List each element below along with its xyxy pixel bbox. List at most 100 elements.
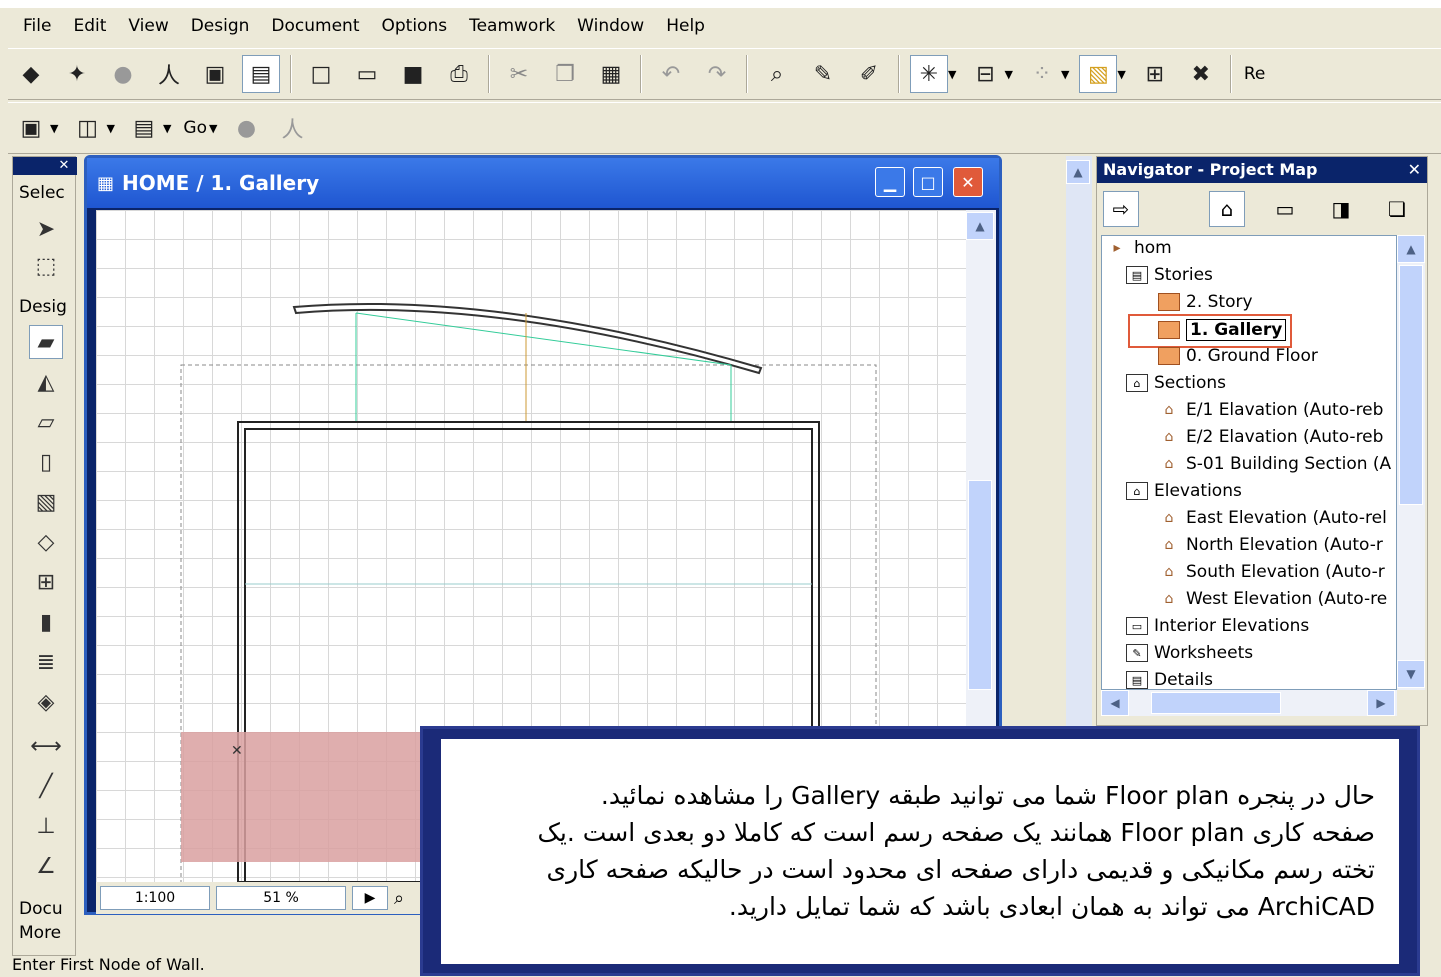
walk-icon[interactable]: 人 [150, 55, 188, 93]
section-window-icon[interactable]: ◫ [68, 109, 106, 147]
undo-icon[interactable]: ↶ [652, 55, 690, 93]
chevron-down-icon[interactable]: ▼ [1117, 68, 1125, 81]
chevron-down-icon[interactable]: ▼ [209, 122, 217, 135]
walk-icon[interactable]: 人 [273, 109, 311, 147]
menu-edit[interactable]: Edit [62, 8, 117, 44]
3d-view-icon[interactable]: ◆ [12, 55, 50, 93]
cross-icon[interactable]: ✖ [1182, 55, 1220, 93]
menu-teamwork[interactable]: Teamwork [458, 8, 566, 44]
object-tool-icon[interactable]: ◈ [29, 685, 63, 719]
tree-elevation-item[interactable]: ⌂ North Elevation (Auto-r [1158, 535, 1383, 555]
slab-tool-icon[interactable]: ▧ [29, 485, 63, 519]
close-icon[interactable]: ✕ [1408, 157, 1421, 183]
scale-field[interactable]: 1:100 [100, 886, 210, 910]
scroll-thumb[interactable] [1151, 692, 1281, 714]
tree-horizontal-scrollbar[interactable]: ◀ ▶ [1101, 690, 1397, 716]
copy-icon[interactable]: ❐ [546, 55, 584, 93]
window-tool-icon[interactable]: ⊞ [29, 565, 63, 599]
mesh-tool-icon[interactable]: ◇ [29, 525, 63, 559]
render-icon[interactable]: ● [104, 55, 142, 93]
open-folder-icon[interactable]: ▭ [348, 55, 386, 93]
stair-tool-icon[interactable]: ≣ [29, 645, 63, 679]
cut-icon[interactable]: ✂ [500, 55, 538, 93]
tree-sections[interactable]: ⌂ Sections [1126, 373, 1226, 393]
paste-icon[interactable]: ▦ [592, 55, 630, 93]
plan-window-icon[interactable]: ▣ [12, 109, 50, 147]
dimension-tool-icon[interactable]: ⟷ [29, 729, 63, 763]
angle-tool-icon[interactable]: ∠ [29, 849, 63, 883]
column-tool-icon[interactable]: ▯ [29, 445, 63, 479]
print-icon[interactable]: ⎙ [440, 55, 478, 93]
tree-story-2[interactable]: 2. Story [1158, 292, 1253, 312]
tree-root[interactable]: ▸ hom [1106, 238, 1171, 258]
floorplan-icon[interactable]: ▤ [242, 55, 280, 93]
tree-elevations[interactable]: ⌂ Elevations [1126, 481, 1242, 501]
menu-view[interactable]: View [117, 8, 179, 44]
menu-window[interactable]: Window [566, 8, 655, 44]
view-map-icon[interactable]: ▭ [1267, 191, 1303, 227]
chevron-down-icon[interactable]: ▼ [163, 122, 171, 135]
tree-elevation-item[interactable]: ⌂ South Elevation (Auto-r [1158, 562, 1385, 582]
door-tool-icon[interactable]: ▮ [29, 605, 63, 639]
project-map-icon[interactable]: ⌂ [1209, 191, 1245, 227]
roof-tool-icon[interactable]: ◭ [29, 365, 63, 399]
zoom-find-icon[interactable]: ⌕ [758, 55, 796, 93]
wall-tool-icon[interactable]: ▰ [29, 325, 63, 359]
navigator-popup-icon[interactable]: ⇨ [1103, 191, 1139, 227]
construction-grid-icon[interactable]: ⁘ [1023, 55, 1061, 93]
tree-details[interactable]: ▤ Details [1126, 670, 1213, 689]
layout-book-icon[interactable]: ◨ [1323, 191, 1359, 227]
close-icon[interactable]: ✕ [55, 157, 73, 175]
menu-design[interactable]: Design [180, 8, 261, 44]
tree-story-0[interactable]: 0. Ground Floor [1158, 346, 1318, 366]
chevron-down-icon[interactable]: ▼ [50, 122, 58, 135]
scroll-up-icon[interactable]: ▲ [1397, 235, 1425, 263]
minimize-button[interactable]: ▁ [875, 167, 905, 197]
close-button[interactable]: ✕ [953, 167, 983, 197]
scroll-left-icon[interactable]: ◀ [1101, 690, 1129, 716]
tree-stories[interactable]: ▤ Stories [1126, 265, 1213, 285]
menu-help[interactable]: Help [655, 8, 716, 44]
menu-options[interactable]: Options [371, 8, 459, 44]
save-icon[interactable]: ■ [394, 55, 432, 93]
layout-window-icon[interactable]: ▤ [125, 109, 163, 147]
zoom-icon[interactable]: ⌕ [394, 888, 404, 909]
layer-icon[interactable]: ▣ [196, 55, 234, 93]
menu-document[interactable]: Document [260, 8, 370, 44]
scroll-down-icon[interactable]: ▼ [1397, 660, 1425, 688]
tree-worksheets[interactable]: ✎ Worksheets [1126, 643, 1253, 663]
line-tool-icon[interactable]: ╱ [29, 769, 63, 803]
eyedropper-icon[interactable]: ✎ [804, 55, 842, 93]
arrow-icon[interactable]: ➤ [29, 212, 63, 246]
redo-icon[interactable]: ↷ [698, 55, 736, 93]
scroll-up-icon[interactable]: ▲ [966, 212, 994, 240]
scroll-thumb[interactable] [1399, 265, 1423, 505]
chevron-down-icon[interactable]: ▼ [106, 122, 114, 135]
tree-vertical-scrollbar[interactable]: ▲ ▼ [1397, 235, 1425, 690]
tree-section-item[interactable]: ⌂ S-01 Building Section (A [1158, 454, 1392, 474]
tree-section-item[interactable]: ⌂ E/2 Elavation (Auto-reb [1158, 427, 1384, 447]
magic-wand-icon[interactable]: ✳ [910, 55, 948, 93]
scroll-up-icon[interactable]: ▲ [1066, 160, 1090, 184]
render-icon[interactable]: ● [227, 109, 265, 147]
maximize-button[interactable]: □ [913, 167, 943, 197]
new-file-icon[interactable]: □ [302, 55, 340, 93]
splitter-scrollbar[interactable]: ▲ [1066, 156, 1092, 726]
beam-tool-icon[interactable]: ▱ [29, 405, 63, 439]
tree-elevation-item[interactable]: ⌂ West Elevation (Auto-re [1158, 589, 1388, 609]
toolbox-more-label[interactable]: More [19, 923, 61, 943]
dimension-icon[interactable]: ⊞ [1136, 55, 1174, 93]
chevron-down-icon[interactable]: ▼ [1004, 68, 1012, 81]
level-tool-icon[interactable]: ⊥ [29, 809, 63, 843]
scroll-thumb[interactable] [968, 480, 992, 690]
window-titlebar[interactable]: ▦ HOME / 1. Gallery [87, 158, 999, 208]
camera-icon[interactable]: ✦ [58, 55, 96, 93]
tree-interior-elevations[interactable]: ▭ Interior Elevations [1126, 616, 1309, 636]
scroll-right-icon[interactable]: ▶ [1367, 690, 1395, 716]
publisher-icon[interactable]: ❏ [1379, 191, 1415, 227]
chevron-down-icon[interactable]: ▼ [1061, 68, 1069, 81]
toolbar-overflow[interactable]: Re [1238, 64, 1272, 84]
layer-combo-icon[interactable]: ▧ [1079, 55, 1118, 93]
tree-section-item[interactable]: ⌂ E/1 Elavation (Auto-reb [1158, 400, 1384, 420]
grid-snap-icon[interactable]: ⊟ [966, 55, 1004, 93]
